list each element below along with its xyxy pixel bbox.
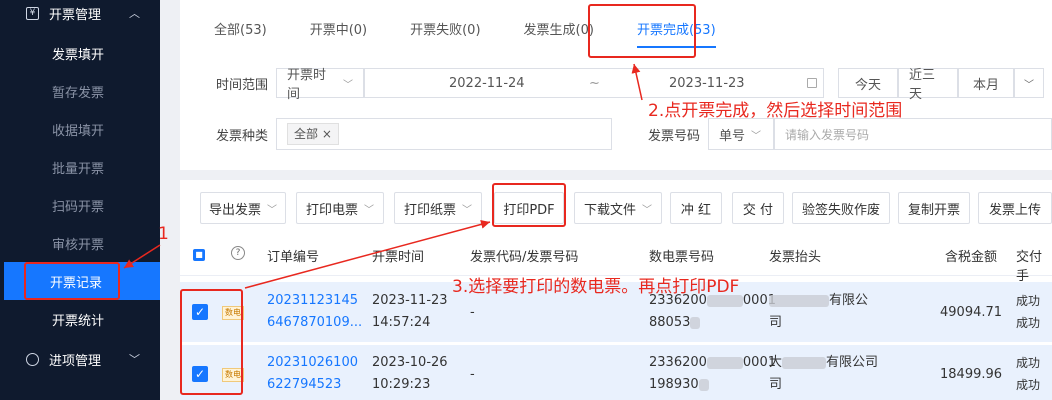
annotation-step3: 3.选择要打印的数电票。再点打印PDF <box>452 277 740 297</box>
annotation-step1: 1 <box>158 224 169 244</box>
app-root: ¥ 开票管理 ︿ 发票填开 暂存发票 收据填开 批量开票 扫码开票 审核开票 开… <box>0 0 1052 400</box>
annotation-arrows <box>123 63 643 289</box>
arrow-step1 <box>123 244 161 269</box>
arrow-step2 <box>631 63 643 101</box>
annotation-step2: 2.点开票完成，然后选择时间范围 <box>648 101 903 121</box>
